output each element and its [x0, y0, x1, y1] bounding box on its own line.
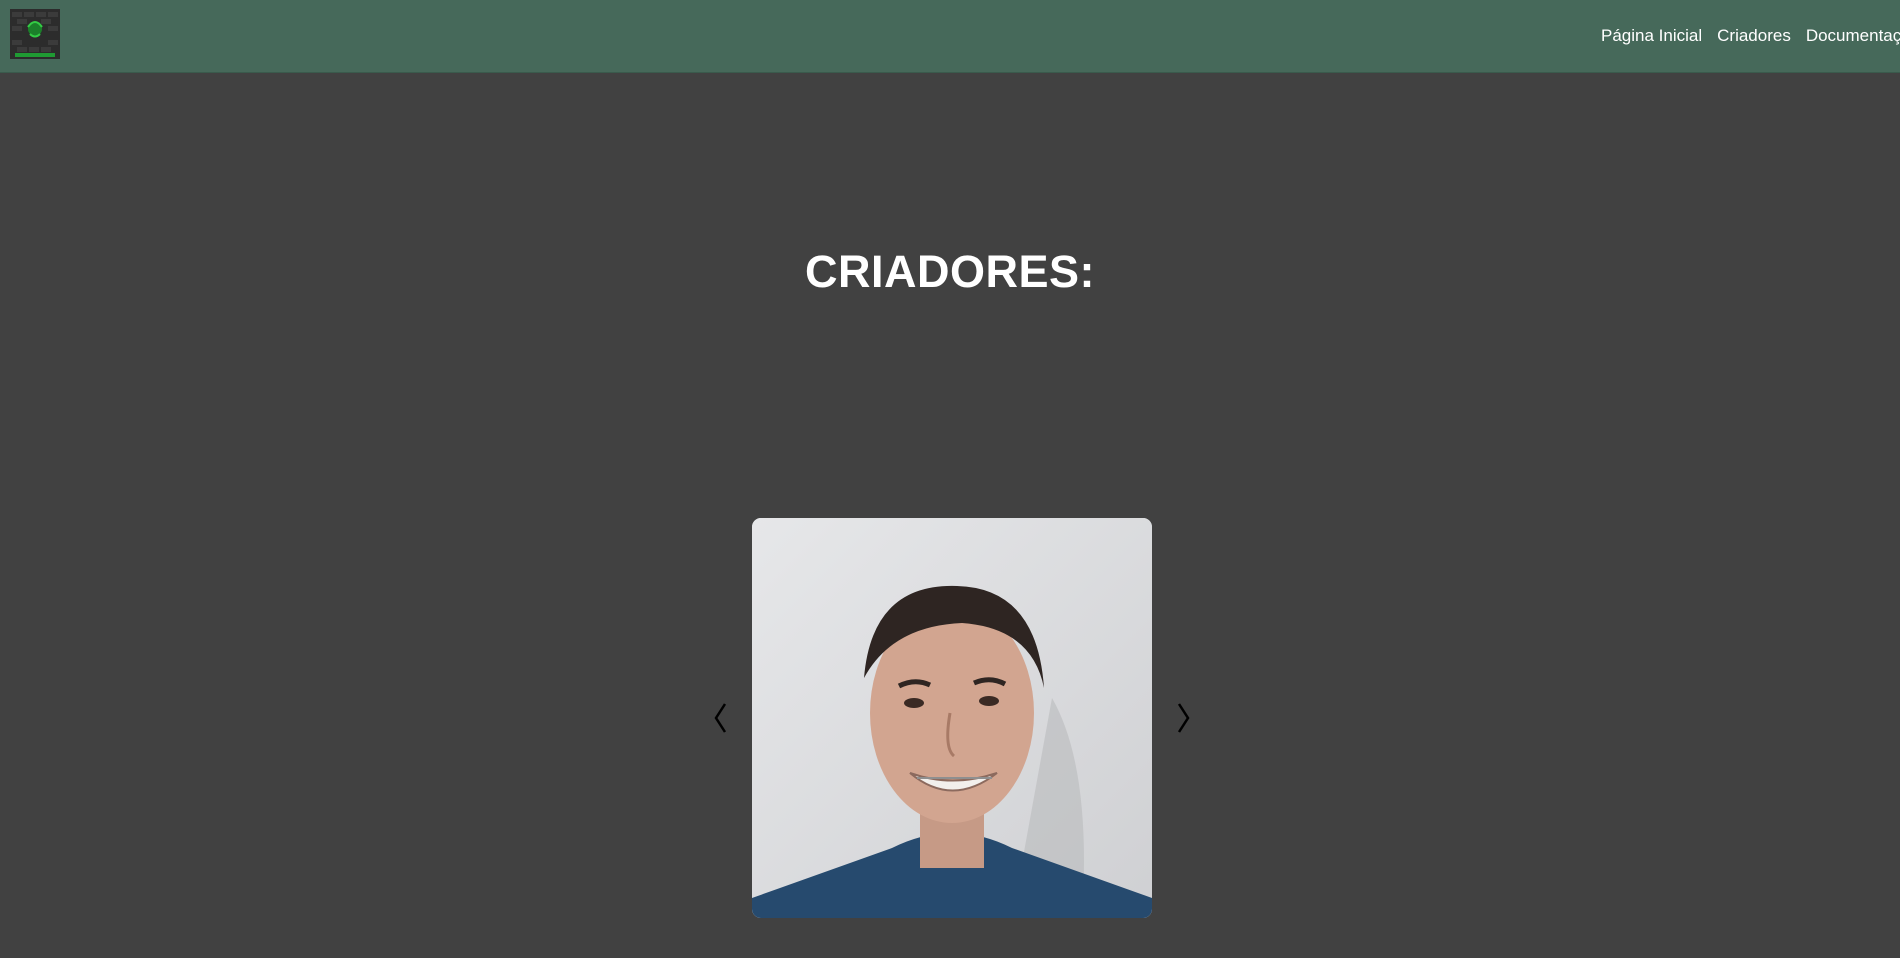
nav-link-documentacao[interactable]: Documentação: [1806, 26, 1900, 46]
carousel-next-button[interactable]: [1168, 700, 1198, 736]
carousel-prev-button[interactable]: [706, 700, 736, 736]
top-navbar: Página Inicial Criadores Documentação: [0, 0, 1900, 73]
chevron-left-icon: [714, 703, 727, 733]
nav-link-pagina-inicial[interactable]: Página Inicial: [1601, 26, 1702, 46]
person-photo: [752, 518, 1152, 918]
shield-logo-icon: [10, 9, 60, 59]
main-nav: Página Inicial Criadores Documentação: [1601, 0, 1900, 72]
creator-photo: [752, 518, 1152, 918]
chevron-right-icon: [1177, 703, 1190, 733]
page-title: CRIADORES:: [804, 246, 1095, 297]
logo[interactable]: [10, 9, 60, 59]
nav-link-criadores[interactable]: Criadores: [1717, 26, 1791, 46]
